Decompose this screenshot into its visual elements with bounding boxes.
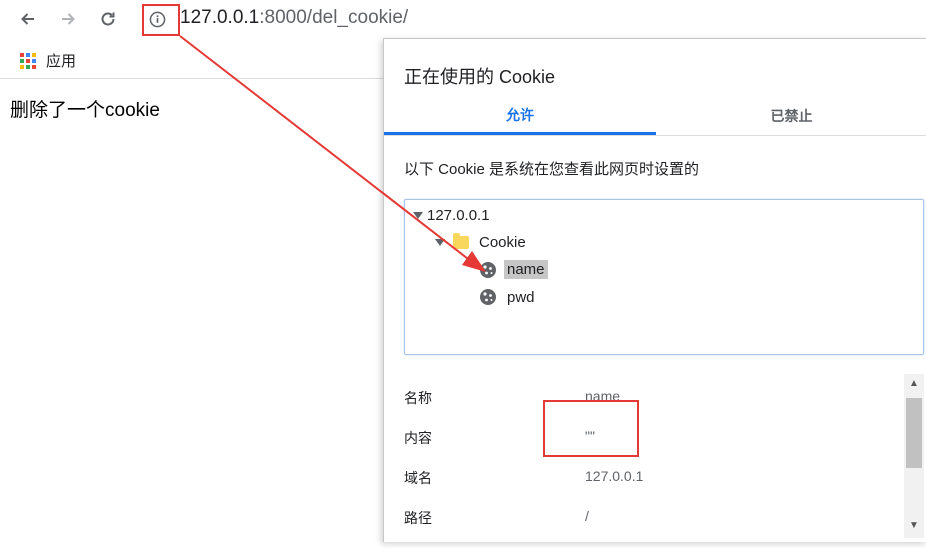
annotation-box-info [142,4,180,36]
dialog-description: 以下 Cookie 是系统在您查看此网页时设置的 [404,161,700,178]
url-host: 127.0.0.1 [180,7,260,28]
tab-blocked[interactable]: 已禁止 [656,97,926,135]
detail-label: 名称 [404,390,432,406]
annotation-box-content [543,400,639,457]
tree-cookie-label: pwd [507,288,535,306]
expand-arrow-icon[interactable] [435,239,445,246]
tree-node-cookie[interactable]: pwd [479,288,535,306]
reload-icon[interactable] [94,6,122,32]
tree-cookie-label-selected: name [504,260,548,279]
apps-shortcut[interactable]: 应用 [20,50,76,71]
url-path: :8000/del_cookie/ [259,7,409,28]
tab-allowed[interactable]: 允许 [384,97,656,135]
dialog-tabs: 允许 已禁止 [384,97,926,136]
detail-row-name: 名称 name [404,388,904,428]
cookie-tree[interactable]: 127.0.0.1 Cookie name pwd [404,199,924,355]
cookie-icon [480,261,496,278]
tree-node-cookie[interactable]: name [479,260,548,279]
detail-value: / [585,508,589,524]
tree-folder-label: Cookie [479,234,526,251]
detail-label: 内容 [404,430,432,446]
expand-arrow-icon[interactable] [413,212,423,219]
address-bar-url[interactable]: 127.0.0.1:8000/del_cookie/ [180,7,408,29]
detail-row-domain: 域名 127.0.0.1 [404,468,904,508]
folder-icon [453,233,469,249]
detail-label: 域名 [404,470,432,486]
scroll-up-icon[interactable]: ▲ [909,378,919,389]
arrow-left-icon[interactable] [14,6,42,32]
detail-row-content: 内容 "" [404,428,904,468]
browser-toolbar: 127.0.0.1:8000/del_cookie/ [0,0,926,38]
detail-label: 路径 [404,510,432,526]
cookie-icon [480,289,496,305]
cookies-dialog: 正在使用的 Cookie 允许 已禁止 以下 Cookie 是系统在您查看此网页… [383,38,926,542]
detail-value: 127.0.0.1 [585,468,644,484]
scroll-thumb[interactable] [906,398,922,468]
arrow-right-icon[interactable] [54,6,82,32]
apps-label: 应用 [46,53,77,70]
details-scrollbar[interactable]: ▲ ▼ [904,374,924,538]
tree-node-site[interactable]: 127.0.0.1 [413,207,490,224]
page-message: 删除了一个cookie [10,100,160,121]
tree-node-folder[interactable]: Cookie [435,233,526,251]
apps-grid-icon [20,52,36,69]
dialog-title: 正在使用的 Cookie [404,67,556,87]
detail-row-path: 路径 / [404,508,904,548]
scroll-down-icon[interactable]: ▼ [909,520,919,531]
tree-site-label: 127.0.0.1 [427,207,490,224]
